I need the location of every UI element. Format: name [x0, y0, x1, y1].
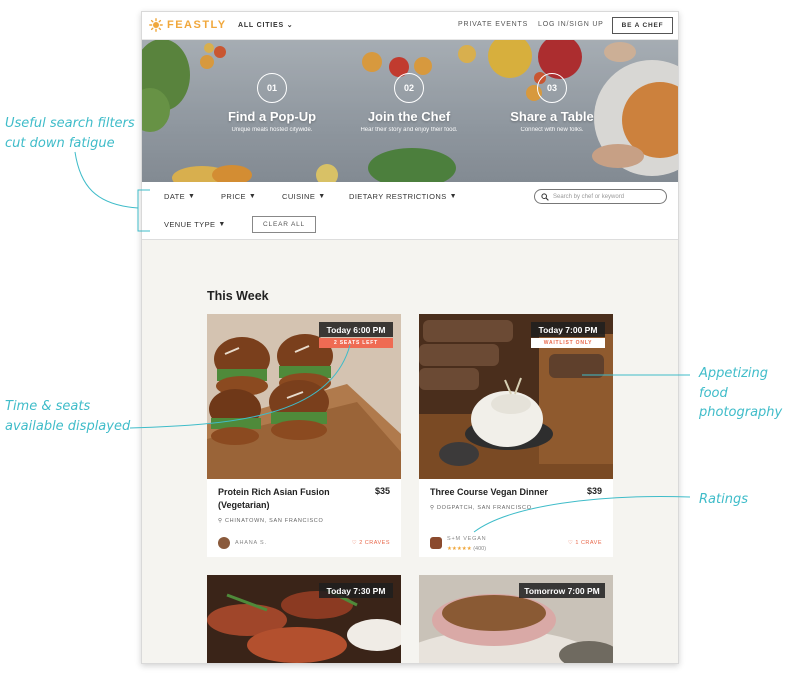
event-time-badge: Today 7:00 PM: [531, 322, 605, 337]
filter-bar: DATE ▼ PRICE ▼ CUISINE ▼ DIETARY RESTRICTIO…: [142, 182, 678, 240]
annotation-ratings: Ratings: [699, 492, 748, 507]
event-card[interactable]: Today 6:00 PM 2 SEATS LEFT Protein Rich …: [207, 314, 401, 557]
section-title: This Week: [207, 289, 269, 303]
event-price: $39: [586, 486, 602, 496]
search-icon: [541, 192, 549, 201]
event-location: ⚲ DOGPATCH, SAN FRANCISCO: [430, 505, 532, 511]
chevron-down-icon: ▼: [248, 193, 257, 200]
chevron-down-icon: ⌄: [286, 22, 294, 29]
event-time-badge: Today 6:00 PM: [319, 322, 393, 337]
be-a-chef-button[interactable]: BE A CHEF: [612, 17, 673, 34]
event-photo: Tomorrow 7:00 PM: [419, 575, 613, 663]
event-title[interactable]: Protein Rich Asian Fusion (Vegetarian): [218, 486, 358, 511]
clear-all-button[interactable]: CLEAR ALL: [252, 216, 316, 233]
filter-label: PRICE: [221, 192, 246, 201]
rating-stars: ★★★★★ (400): [447, 546, 486, 552]
event-time-badge: Tomorrow 7:00 PM: [519, 583, 605, 598]
event-location: ⚲ CHINATOWN, SAN FRANCISCO: [218, 518, 323, 524]
feastly-logo-icon: [149, 18, 163, 32]
login-link[interactable]: LOG IN/SIGN UP: [538, 21, 604, 28]
location-text: DOGPATCH, SAN FRANCISCO: [436, 505, 532, 511]
step-title: Find a Pop-Up: [227, 109, 317, 124]
location-pin-icon: ⚲: [218, 518, 223, 524]
heart-icon: ♡: [351, 540, 358, 546]
step-number: 03: [537, 73, 567, 103]
event-card[interactable]: Today 7:00 PM WAITLIST ONLY Three Course…: [419, 314, 613, 557]
hero-step-1: 01 Find a Pop-Up Unique meals hosted cit…: [217, 73, 327, 133]
step-subtitle: Hear their story and enjoy their food.: [360, 127, 458, 133]
logo[interactable]: FEASTLY: [149, 18, 227, 32]
event-title[interactable]: Three Course Vegan Dinner: [430, 486, 570, 499]
event-card[interactable]: Today 7:30 PM: [207, 575, 401, 663]
filter-cuisine[interactable]: CUISINE ▼: [282, 192, 326, 201]
hero-step-3: 03 Share a Table Connect with new folks.: [494, 73, 610, 133]
step-title: Share a Table: [510, 109, 594, 124]
filter-venue-type[interactable]: VENUE TYPE ▼: [164, 220, 226, 229]
host-row: S+M VEGAN ★★★★★ (400) ♡ 1 CRAVE: [430, 536, 602, 552]
event-time-badge: Today 7:30 PM: [319, 583, 393, 598]
host-name[interactable]: S+M VEGAN: [447, 536, 486, 542]
avatar[interactable]: [430, 537, 442, 549]
rating-count: (400): [473, 546, 487, 552]
annotation-photography: Appetizing food photography: [699, 366, 783, 420]
step-subtitle: Unique meals hosted citywide.: [231, 127, 313, 133]
crave-button[interactable]: ♡ 2 CRAVES: [352, 540, 390, 546]
private-events-link[interactable]: PRIVATE EVENTS: [458, 21, 528, 28]
host-name[interactable]: AHANA S.: [235, 540, 267, 546]
step-title: Join the Chef: [367, 109, 451, 124]
logo-text: FEASTLY: [167, 19, 227, 31]
event-photo: Today 6:00 PM 2 SEATS LEFT: [207, 314, 401, 479]
filter-label: DATE: [164, 192, 186, 201]
crave-button[interactable]: ♡ 1 CRAVE: [568, 540, 602, 546]
filter-dietary[interactable]: DIETARY RESTRICTIONS ▼: [349, 192, 457, 201]
filter-price[interactable]: PRICE ▼: [221, 192, 256, 201]
step-number: 01: [257, 73, 287, 103]
event-card[interactable]: Tomorrow 7:00 PM: [419, 575, 613, 663]
avatar[interactable]: [218, 537, 230, 549]
city-dropdown[interactable]: ALL CITIES ⌄: [238, 21, 293, 29]
chevron-down-icon: ▼: [449, 193, 457, 200]
location-text: CHINATOWN, SAN FRANCISCO: [224, 518, 324, 524]
filter-label: CUISINE: [282, 192, 316, 201]
host-row: AHANA S. ♡ 2 CRAVES: [218, 536, 390, 552]
seats-left-badge: 2 SEATS LEFT: [319, 338, 393, 348]
filter-label: VENUE TYPE: [164, 220, 216, 229]
chevron-down-icon: ▼: [218, 221, 226, 228]
chevron-down-icon: ▼: [188, 193, 196, 200]
event-photo: Today 7:00 PM WAITLIST ONLY: [419, 314, 613, 479]
hero-step-2: 02 Join the Chef Hear their story and en…: [340, 73, 478, 133]
app-window: FEASTLY ALL CITIES ⌄ PRIVATE EVENTS LOG …: [141, 11, 679, 664]
city-label: ALL CITIES: [238, 22, 284, 29]
location-pin-icon: ⚲: [430, 505, 435, 511]
top-nav: FEASTLY ALL CITIES ⌄ PRIVATE EVENTS LOG …: [142, 12, 678, 40]
filter-date[interactable]: DATE ▼: [164, 192, 195, 201]
search-placeholder: Search by chef or keyword: [553, 193, 625, 200]
event-photo: Today 7:30 PM: [207, 575, 401, 663]
filter-label: DIETARY RESTRICTIONS: [349, 192, 447, 201]
annotation-filters: Useful search filters cut down fatigue: [5, 116, 135, 151]
step-subtitle: Connect with new folks.: [520, 127, 584, 133]
waitlist-badge: WAITLIST ONLY: [531, 338, 605, 348]
annotation-time-seats: Time & seats available displayed: [5, 399, 131, 434]
star-icons: ★★★★★: [447, 546, 472, 552]
hero-banner: 01 Find a Pop-Up Unique meals hosted cit…: [142, 40, 678, 182]
event-price: $35: [374, 486, 390, 496]
search-input[interactable]: Search by chef or keyword: [534, 189, 667, 204]
chevron-down-icon: ▼: [318, 193, 326, 200]
step-number: 02: [394, 73, 424, 103]
crave-count: 1 CRAVE: [575, 540, 602, 546]
crave-count: 2 CRAVES: [359, 540, 390, 546]
heart-icon: ♡: [567, 540, 574, 546]
